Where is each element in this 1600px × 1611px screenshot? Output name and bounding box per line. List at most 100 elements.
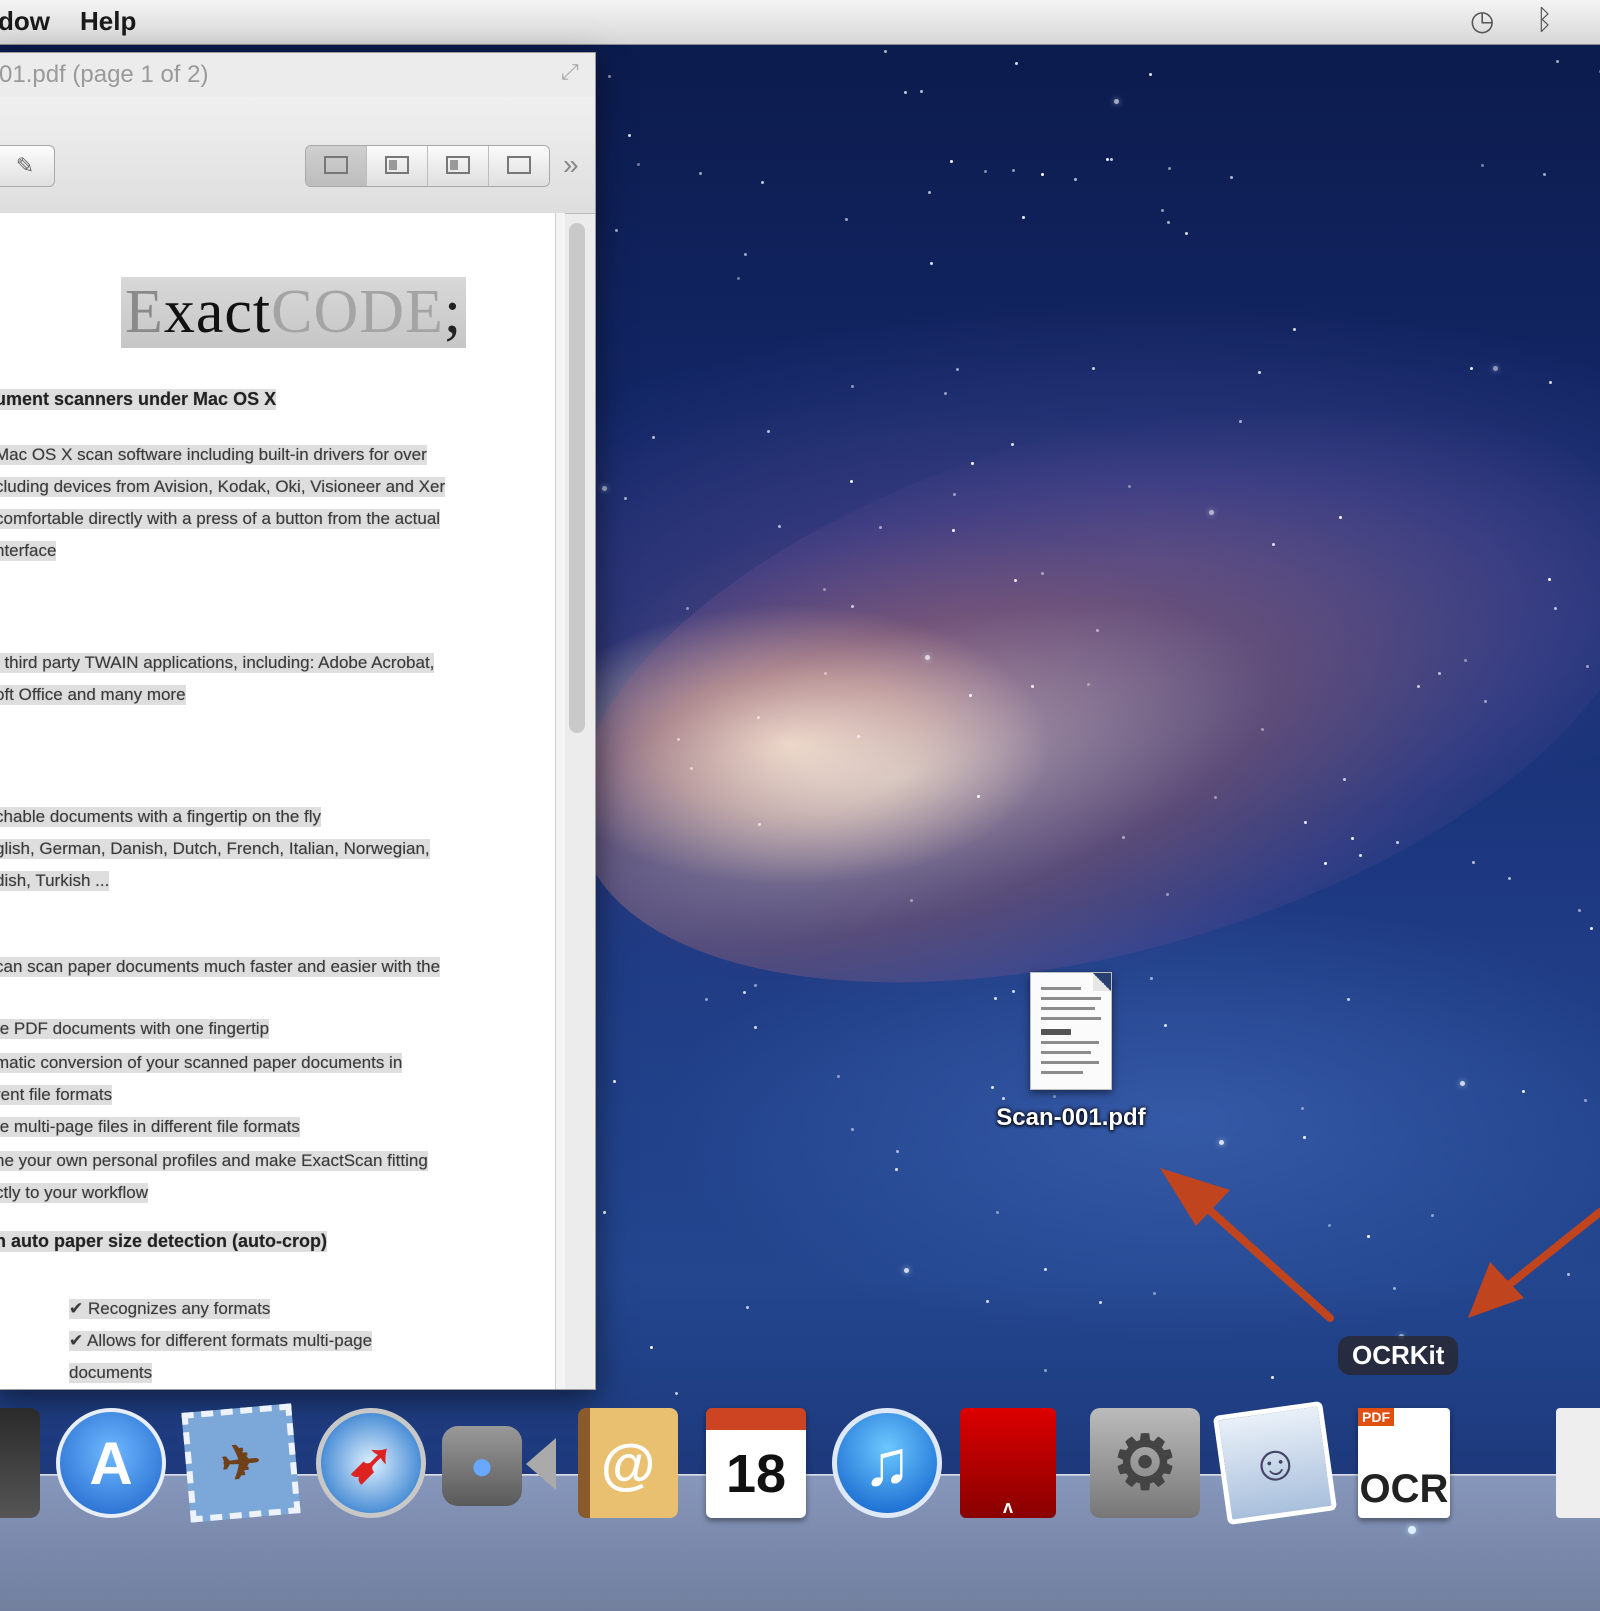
star <box>1258 371 1261 374</box>
view-sidebar-button[interactable] <box>367 146 428 186</box>
exactcode-logo: ExactCODE; <box>121 277 466 348</box>
dock-item-facetime[interactable]: ● <box>442 1408 552 1528</box>
bluetooth-icon[interactable]: ᛒ <box>1536 4 1553 36</box>
star <box>1351 837 1354 840</box>
star <box>1359 854 1362 857</box>
time-machine-icon[interactable]: ◷ <box>1470 4 1494 37</box>
star <box>920 90 923 93</box>
document-line: rent file formats <box>0 1085 112 1105</box>
star <box>845 218 848 221</box>
star <box>1328 1224 1331 1227</box>
star <box>1150 977 1153 980</box>
document-line: te multi-page files in different file fo… <box>0 1117 300 1137</box>
iphoto-icon: ☺ <box>1213 1401 1337 1525</box>
menu-bar: dow Help ◷ ᛒ <box>0 0 1600 45</box>
dock-item-safari[interactable]: ➹ <box>316 1408 426 1528</box>
document-line: nterface <box>0 541 56 561</box>
star <box>705 998 708 1001</box>
dock-item-address-book[interactable]: @ <box>578 1408 688 1528</box>
star <box>1367 1235 1370 1238</box>
star <box>1567 1273 1570 1276</box>
menu-help[interactable]: Help <box>80 6 136 37</box>
document-bullet: ✔ Recognizes any formats <box>69 1299 270 1319</box>
star <box>971 462 974 465</box>
star <box>1470 367 1473 370</box>
star <box>851 385 854 388</box>
star <box>650 1346 653 1349</box>
star <box>1087 683 1090 686</box>
star <box>699 172 702 175</box>
star <box>994 997 997 1000</box>
star <box>743 991 746 994</box>
dock-item-itunes[interactable]: ♫ <box>832 1408 942 1528</box>
star <box>1161 209 1164 212</box>
dock-item-mail[interactable]: ✈ <box>186 1408 296 1528</box>
star <box>851 605 854 608</box>
fullscreen-icon[interactable]: ⤢ <box>561 59 579 85</box>
gear-icon: ⚙ <box>1090 1408 1200 1518</box>
star <box>608 75 611 78</box>
star <box>1153 1292 1156 1295</box>
star <box>904 1268 909 1273</box>
star <box>1343 778 1346 781</box>
star <box>1041 173 1044 176</box>
star <box>778 525 781 528</box>
star <box>928 191 931 194</box>
star <box>1044 1268 1047 1271</box>
document-line: , third party TWAIN applications, includ… <box>0 653 434 673</box>
dock-item-ocrkit[interactable]: PDF OCR <box>1358 1408 1468 1528</box>
document-pane[interactable]: ExactCODE; ument scanners under Mac OS X… <box>0 213 565 1389</box>
view-single-button[interactable] <box>306 146 367 186</box>
ocr-label: OCR <box>1360 1467 1449 1512</box>
star <box>615 229 618 232</box>
star <box>996 1211 999 1214</box>
star <box>1548 578 1551 581</box>
dock-item-ical[interactable]: DEC 18 <box>706 1408 816 1528</box>
star <box>1293 328 1296 331</box>
view-grid-button[interactable] <box>489 146 549 186</box>
star <box>767 430 770 433</box>
star <box>628 134 631 137</box>
star <box>1586 665 1589 668</box>
star <box>895 1168 898 1171</box>
app-store-icon: A <box>56 1408 166 1518</box>
document-bullet: ✔ Allows for different formats multi-pag… <box>69 1331 372 1351</box>
pdf-file-icon[interactable] <box>1030 972 1112 1090</box>
document-bullet: documents <box>69 1363 152 1383</box>
window-titlebar[interactable]: 01.pdf (page 1 of 2) ⤢ <box>0 53 595 97</box>
menu-window[interactable]: dow <box>0 6 50 37</box>
star <box>637 163 640 166</box>
star <box>925 655 930 660</box>
star <box>652 436 655 439</box>
star <box>761 181 764 184</box>
star <box>956 368 959 371</box>
document-heading: h auto paper size detection (auto-crop) <box>0 1231 327 1252</box>
dock-item-iphoto[interactable]: ☺ <box>1220 1408 1330 1528</box>
app-icon <box>0 1408 40 1518</box>
star <box>1484 700 1487 703</box>
star <box>1044 1369 1047 1372</box>
star <box>1099 1301 1102 1304</box>
dock-item-partial-right[interactable] <box>1556 1408 1600 1528</box>
vertical-scrollbar[interactable] <box>569 223 585 733</box>
star <box>602 486 607 491</box>
view-contact-sheet-button[interactable] <box>428 146 489 186</box>
star <box>904 91 907 94</box>
file-name-label[interactable]: Scan-001.pdf <box>966 1104 1176 1132</box>
dock-item-app-store[interactable]: A <box>56 1408 166 1528</box>
star <box>984 170 987 173</box>
pdf-badge: PDF <box>1358 1408 1394 1426</box>
dock-item-photo-booth[interactable]: ʌ <box>960 1408 1070 1528</box>
star <box>1481 164 1484 167</box>
star <box>944 392 947 395</box>
star <box>1556 60 1559 63</box>
document-line: matic conversion of your scanned paper d… <box>0 1053 402 1073</box>
annotate-button[interactable]: ✎ <box>0 145 55 187</box>
pencil-icon: ✎ <box>16 153 34 178</box>
calendar-month: DEC <box>714 1432 739 1446</box>
dock-item-system-preferences[interactable]: ⚙ <box>1090 1408 1200 1528</box>
overflow-chevron-icon[interactable]: » <box>563 149 579 181</box>
star <box>1110 158 1113 161</box>
calendar-icon: DEC 18 <box>706 1408 806 1518</box>
star <box>1041 572 1044 575</box>
